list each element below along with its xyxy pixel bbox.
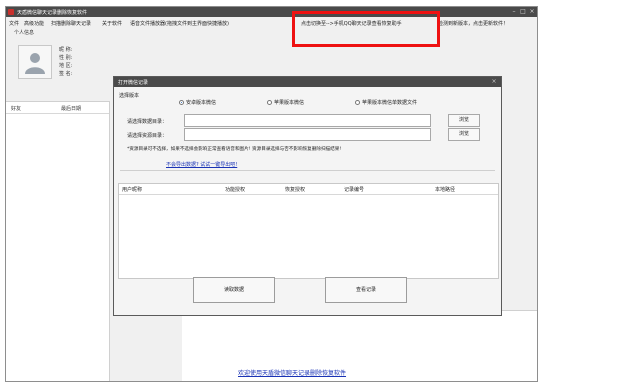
- export-help-link[interactable]: 不会导出数据? 试试一键导出吧!: [166, 161, 237, 168]
- col-recovery-auth[interactable]: 恢复授权: [285, 186, 305, 193]
- data-dir-label: 请选择数据目录：: [127, 119, 168, 125]
- app-root: 天盾微信聊天记录删除恢复软件 – □ × 文件 高级功能 扫描删除聊天记录 关于…: [0, 0, 617, 387]
- user-icon: [25, 53, 45, 74]
- dialog-title: 打开微信记录: [118, 80, 149, 86]
- menu-about[interactable]: 关于软件: [102, 20, 122, 27]
- menu-update[interactable]: 检测到新版本，点击更新软件！: [438, 20, 508, 27]
- radio-ios-single-file[interactable]: 苹果版本微信单数据文件: [355, 99, 417, 106]
- radio-dot: [179, 100, 184, 105]
- dialog-close-button[interactable]: ×: [490, 78, 498, 86]
- record-table[interactable]: 用户昵称 功能授权 恢复授权 记录编号 本地路径: [118, 183, 499, 279]
- res-dir-input[interactable]: [184, 128, 431, 141]
- message-panel: [182, 310, 537, 381]
- view-records-button[interactable]: 查看记录: [325, 277, 407, 303]
- avatar: [18, 45, 52, 79]
- header-divider: [6, 113, 109, 114]
- profile-section-label: 个人信息: [14, 30, 35, 36]
- menu-voice-player[interactable]: 语音文件播放器(拖拽文件到主界面快捷播放): [130, 20, 229, 27]
- friend-column-header[interactable]: 好友: [11, 105, 21, 112]
- window-title: 天盾微信聊天记录删除恢复软件: [17, 10, 88, 16]
- close-button[interactable]: ×: [528, 8, 536, 16]
- profile-fields: 昵 称: 性 别: 地 区: 签 名:: [59, 46, 72, 78]
- version-group-label: 选择版本: [119, 93, 140, 99]
- minimize-button[interactable]: –: [510, 8, 518, 16]
- radio-ios[interactable]: 苹果版本微信: [267, 99, 304, 106]
- col-feature-auth[interactable]: 功能授权: [225, 186, 245, 193]
- resource-note: *资源目录可不选择，如果不选择会影响正常查看语音和图片! 资源目录选择与否不影响…: [127, 147, 342, 152]
- nickname-label: 昵 称:: [59, 47, 73, 53]
- friend-list-panel[interactable]: 好友 最后日期: [6, 101, 110, 381]
- browse-res-dir-button[interactable]: 浏览: [448, 128, 480, 141]
- maximize-button[interactable]: □: [519, 8, 527, 16]
- read-data-button[interactable]: 读取数据: [193, 277, 275, 303]
- dialog-title-bar: 打开微信记录 ×: [114, 77, 501, 87]
- menu-scan-deleted[interactable]: 扫描删除聊天记录: [51, 20, 91, 27]
- col-nickname[interactable]: 用户昵称: [122, 186, 142, 193]
- title-bar: 天盾微信聊天记录删除恢复软件 – □ ×: [6, 7, 537, 17]
- data-dir-input[interactable]: [184, 114, 431, 127]
- signature-label: 签 名:: [59, 71, 73, 77]
- table-header-divider: [119, 194, 498, 195]
- menu-advanced[interactable]: 高级功能: [24, 20, 44, 27]
- res-dir-label: 请选择资源目录：: [127, 133, 168, 139]
- welcome-link[interactable]: 欢迎使用天盾微信聊天记录删除恢复软件: [238, 368, 346, 377]
- radio-android[interactable]: 安卓版本微信: [179, 99, 216, 106]
- app-logo-icon: [8, 9, 14, 15]
- menu-bar: 文件 高级功能 扫描删除聊天记录 关于软件 语音文件播放器(拖拽文件到主界面快捷…: [6, 18, 537, 27]
- dialog-divider: [120, 170, 495, 171]
- open-record-dialog: 打开微信记录 × 选择版本 安卓版本微信 苹果版本微信 苹果版本微信单数据文件 …: [113, 76, 502, 316]
- region-label: 地 区:: [59, 63, 73, 69]
- gender-label: 性 别:: [59, 55, 73, 61]
- col-record-number[interactable]: 记录编号: [344, 186, 364, 193]
- radio-dot: [267, 100, 272, 105]
- highlight-annotation: [292, 11, 440, 47]
- browse-data-dir-button[interactable]: 浏览: [448, 114, 480, 127]
- col-local-path[interactable]: 本地路径: [435, 186, 455, 193]
- menu-file[interactable]: 文件: [9, 20, 19, 27]
- radio-dot: [355, 100, 360, 105]
- last-date-column-header[interactable]: 最后日期: [61, 105, 81, 112]
